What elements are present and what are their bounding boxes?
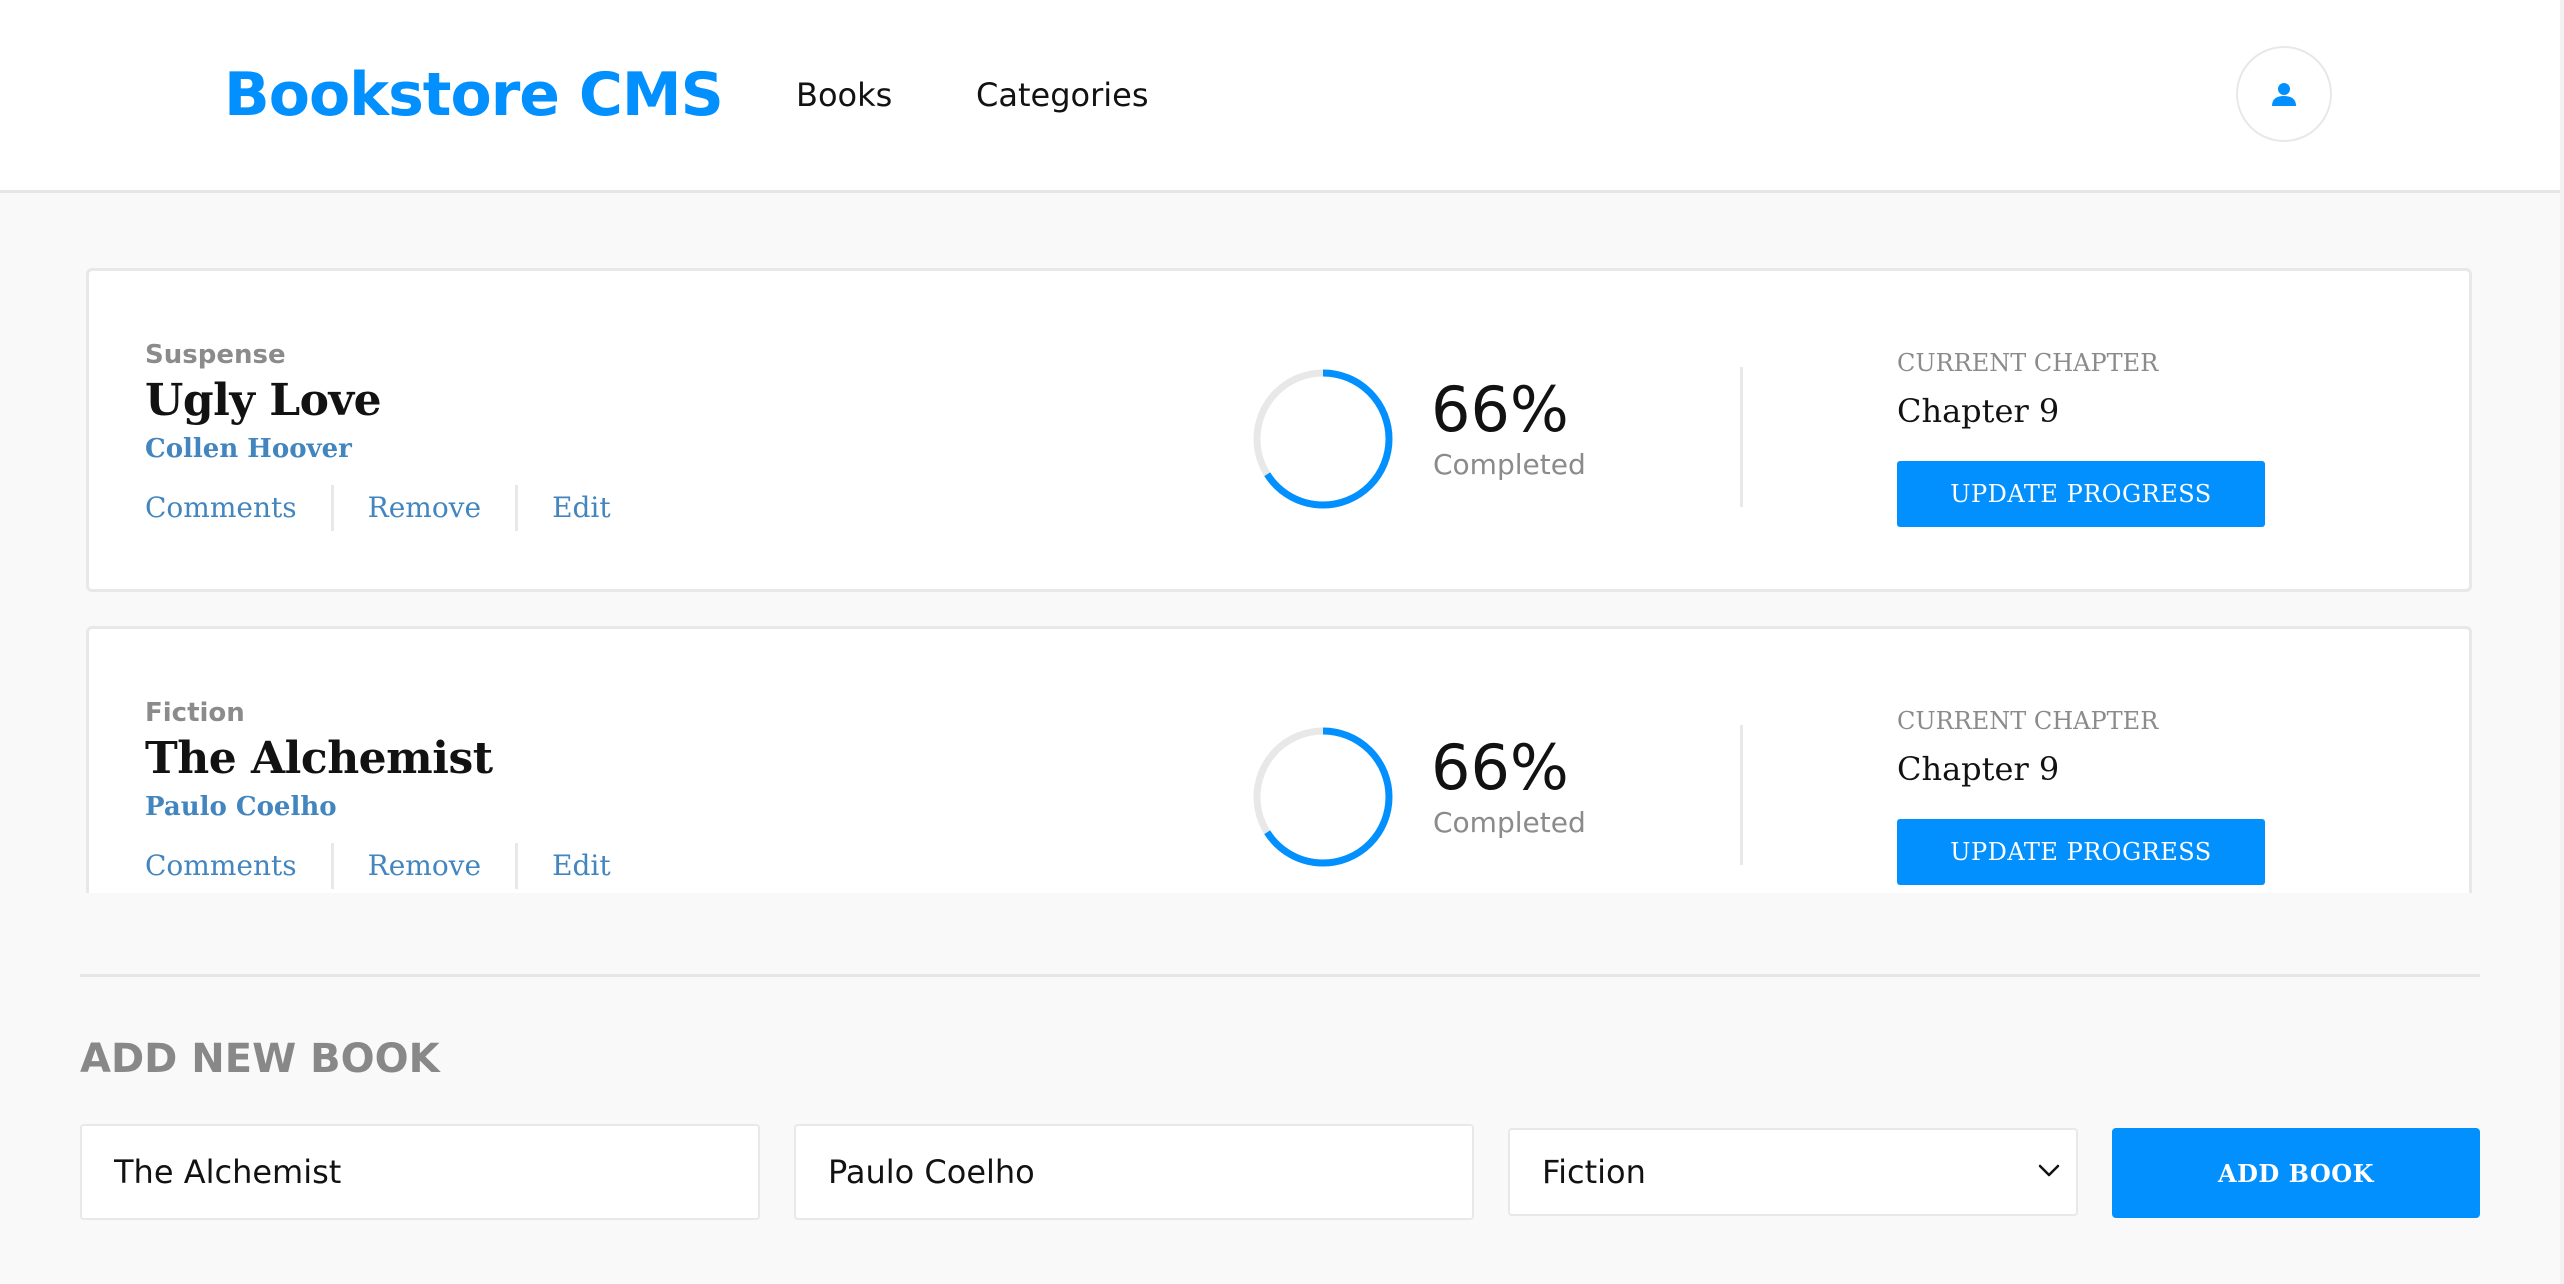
current-chapter-label: CURRENT CHAPTER [1897, 707, 2159, 735]
action-separator [330, 843, 334, 889]
chevron-down-icon [2038, 1164, 2060, 1177]
page: Bookstore CMS Books Categories Suspense … [0, 0, 2560, 1284]
category-select[interactable]: Fiction [1508, 1128, 2078, 1216]
progress-percent: 66% [1431, 373, 1569, 446]
window-edge [2560, 0, 2564, 1284]
action-separator [330, 485, 334, 531]
remove-button[interactable]: Remove [368, 843, 481, 889]
current-chapter: Chapter 9 [1897, 392, 2060, 430]
book-card: Suspense Ugly Love Collen Hoover Comment… [86, 268, 2472, 592]
comments-button[interactable]: Comments [145, 485, 297, 531]
progress-label: Completed [1433, 448, 1586, 481]
update-progress-button[interactable]: UPDATE PROGRESS [1897, 819, 2265, 885]
add-book-heading: ADD NEW BOOK [80, 1036, 440, 1082]
category-select-value: Fiction [1542, 1153, 1646, 1191]
book-title: The Alchemist [145, 733, 493, 784]
progress-percent: 66% [1431, 731, 1569, 804]
book-author[interactable]: Paulo Coelho [145, 787, 337, 827]
book-author[interactable]: Collen Hoover [145, 429, 352, 469]
action-separator [515, 485, 519, 531]
current-chapter-label: CURRENT CHAPTER [1897, 349, 2159, 377]
progress-ring [1253, 369, 1393, 509]
action-separator [515, 843, 519, 889]
book-actions: Comments Remove Edit [145, 485, 611, 531]
add-book-button[interactable]: ADD BOOK [2112, 1128, 2480, 1218]
user-avatar-button[interactable] [2236, 46, 2332, 142]
edit-button[interactable]: Edit [552, 843, 611, 889]
card-divider [1740, 367, 1743, 507]
user-icon [2272, 83, 2296, 106]
header: Bookstore CMS Books Categories [0, 0, 2560, 193]
form-divider [80, 974, 2480, 977]
logo[interactable]: Bookstore CMS [224, 52, 724, 138]
nav-books[interactable]: Books [796, 70, 892, 120]
book-title-input[interactable] [80, 1124, 760, 1220]
book-list: Suspense Ugly Love Collen Hoover Comment… [0, 193, 2560, 893]
edit-button[interactable]: Edit [552, 485, 611, 531]
progress-label: Completed [1433, 806, 1586, 839]
book-title: Ugly Love [145, 375, 382, 426]
progress-ring [1253, 727, 1393, 867]
card-divider [1740, 725, 1743, 865]
nav-categories[interactable]: Categories [976, 70, 1148, 120]
current-chapter: Chapter 9 [1897, 750, 2060, 788]
book-actions: Comments Remove Edit [145, 843, 611, 889]
book-card: Fiction The Alchemist Paulo Coelho Comme… [86, 626, 2472, 893]
remove-button[interactable]: Remove [368, 485, 481, 531]
book-author-input[interactable] [794, 1124, 1474, 1220]
comments-button[interactable]: Comments [145, 843, 297, 889]
update-progress-button[interactable]: UPDATE PROGRESS [1897, 461, 2265, 527]
